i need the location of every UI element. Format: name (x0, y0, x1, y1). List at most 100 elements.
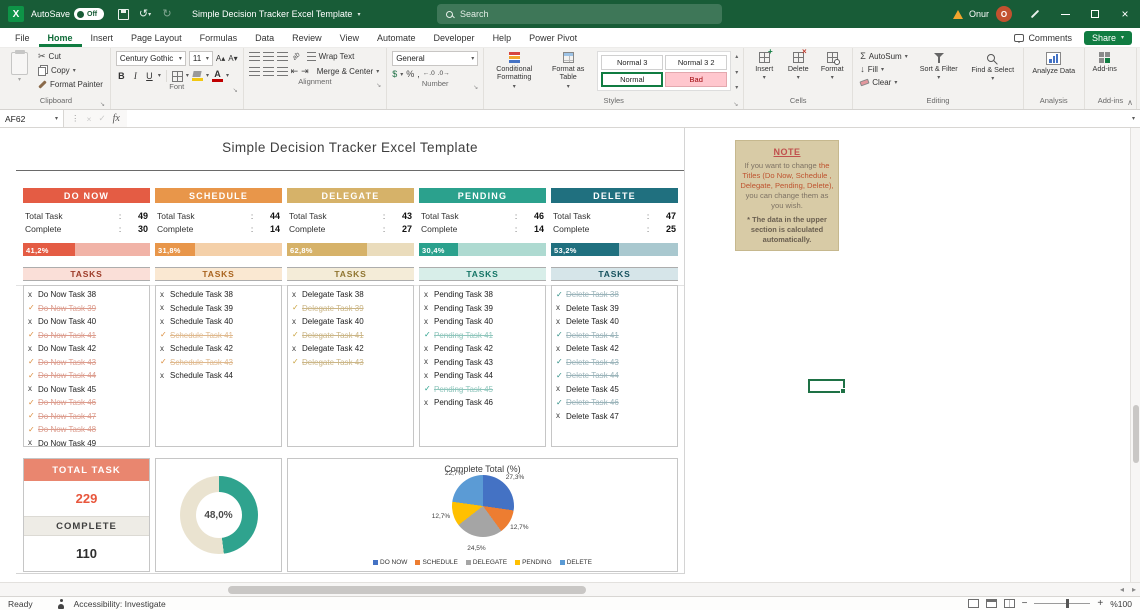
dialog-launcher-icon[interactable]: ↘ (376, 82, 381, 89)
dialog-launcher-icon[interactable]: ↘ (100, 101, 105, 108)
cell-style-bad[interactable]: Bad (665, 72, 727, 87)
active-cell-selection[interactable] (808, 379, 845, 393)
task-row[interactable]: xDo Now Task 38 (28, 288, 149, 302)
cancel-icon[interactable]: × (87, 114, 92, 124)
task-row[interactable]: ✓Do Now Task 48 (28, 423, 149, 437)
collapse-ribbon-button[interactable]: ∧ (1127, 98, 1133, 107)
task-row[interactable]: ✓Schedule Task 43 (160, 356, 281, 370)
task-row[interactable]: ✓Pending Task 41 (424, 329, 545, 343)
accessibility-icon[interactable] (57, 599, 66, 609)
orientation-button[interactable]: ab (290, 50, 303, 63)
tab-view[interactable]: View (331, 28, 368, 47)
task-row[interactable]: xDelegate Task 40 (292, 315, 413, 329)
addins-button[interactable]: Add-ins (1090, 51, 1120, 73)
accessibility-status[interactable]: Accessibility: Investigate (74, 599, 166, 609)
italic-button[interactable]: I (130, 71, 141, 81)
copy-button[interactable]: Copy▾ (36, 64, 105, 77)
zoom-slider-thumb[interactable] (1066, 599, 1069, 608)
avatar[interactable]: O (996, 6, 1012, 22)
task-row[interactable]: xDelegate Task 42 (292, 342, 413, 356)
task-row[interactable]: ✓Delegate Task 41 (292, 329, 413, 343)
task-row[interactable]: xSchedule Task 42 (160, 342, 281, 356)
tab-developer[interactable]: Developer (425, 28, 484, 47)
tab-page-layout[interactable]: Page Layout (122, 28, 191, 47)
fill-button[interactable]: ↓Fill▾ (858, 64, 910, 75)
alert-icon[interactable] (953, 10, 963, 19)
normal-view-button[interactable] (968, 599, 979, 608)
horizontal-scrollbar-thumb[interactable] (228, 586, 586, 594)
bottom-align-button[interactable] (277, 52, 288, 61)
page-break-view-button[interactable] (1004, 599, 1015, 608)
wrap-text-button[interactable]: Wrap Text (305, 51, 357, 62)
enter-icon[interactable]: ✓ (98, 113, 105, 124)
format-painter-button[interactable]: Format Painter (36, 79, 105, 90)
task-row[interactable]: xDo Now Task 45 (28, 383, 149, 397)
toggle-switch[interactable]: Off (74, 8, 104, 20)
task-row[interactable]: ✓Delete Task 44 (556, 369, 677, 383)
tab-data[interactable]: Data (246, 28, 283, 47)
task-row[interactable]: xDo Now Task 42 (28, 342, 149, 356)
gallery-up-button[interactable]: ▴ (735, 53, 738, 60)
align-left-button[interactable] (249, 67, 260, 76)
donut-chart-box[interactable]: 48,0% (155, 458, 282, 572)
formula-input[interactable] (127, 110, 1127, 127)
dialog-launcher-icon[interactable]: ↘ (733, 101, 738, 108)
scroll-right-icon[interactable]: ▸ (1132, 585, 1136, 594)
borders-button[interactable] (172, 71, 183, 82)
decrease-font-size-button[interactable]: A▾ (228, 54, 237, 63)
zoom-in-button[interactable]: + (1097, 599, 1103, 609)
tab-formulas[interactable]: Formulas (191, 28, 247, 47)
task-row[interactable]: ✓Delete Task 46 (556, 396, 677, 410)
comma-style-button[interactable]: , (417, 70, 420, 79)
close-button[interactable]: × (1110, 0, 1140, 28)
sheet-canvas[interactable]: Simple Decision Tracker Excel Template N… (0, 128, 1130, 582)
task-row[interactable]: ✓Do Now Task 47 (28, 410, 149, 424)
task-row[interactable]: xPending Task 40 (424, 315, 545, 329)
search-box[interactable] (437, 4, 722, 24)
conditional-formatting-button[interactable]: Conditional Formatting▾ (489, 51, 539, 90)
dialog-launcher-icon[interactable]: ↘ (473, 84, 478, 91)
task-row[interactable]: xSchedule Task 39 (160, 302, 281, 316)
task-row[interactable]: xPending Task 39 (424, 302, 545, 316)
format-cells-button[interactable]: Format▾ (817, 51, 847, 81)
task-row[interactable]: ✓Delete Task 43 (556, 356, 677, 370)
decrease-decimal-button[interactable]: .0→ (438, 71, 450, 78)
task-row[interactable]: ✓Do Now Task 46 (28, 396, 149, 410)
accounting-format-button[interactable]: $ (392, 70, 397, 79)
percent-style-button[interactable]: % (406, 70, 414, 79)
task-row[interactable]: xDo Now Task 40 (28, 315, 149, 329)
task-row[interactable]: ✓Schedule Task 41 (160, 329, 281, 343)
pie-chart-box[interactable]: Complete Total (%) 27,3%12,7%24,5%12,7%2… (287, 458, 678, 572)
font-color-button[interactable]: A (212, 70, 223, 82)
task-row[interactable]: xPending Task 42 (424, 342, 545, 356)
cell-style-normal[interactable]: Normal (601, 72, 663, 87)
autosum-button[interactable]: ΣAutoSum▾ (858, 51, 910, 62)
tab-review[interactable]: Review (283, 28, 331, 47)
bold-button[interactable]: B (116, 71, 127, 81)
vertical-scrollbar-thumb[interactable] (1133, 405, 1139, 463)
cell-style-normal-3-2[interactable]: Normal 3 2 (665, 55, 727, 70)
task-row[interactable]: xSchedule Task 44 (160, 369, 281, 383)
font-family-select[interactable]: Century Gothic▾ (116, 51, 186, 66)
sort-filter-button[interactable]: Sort & Filter▾ (914, 51, 964, 81)
task-row[interactable]: xDo Now Task 49 (28, 437, 149, 448)
zoom-slider[interactable] (1034, 603, 1090, 604)
task-row[interactable]: xSchedule Task 40 (160, 315, 281, 329)
task-row[interactable]: ✓Delegate Task 43 (292, 356, 413, 370)
decrease-indent-button[interactable]: ⇤ (291, 67, 299, 76)
task-row[interactable]: ✓Delete Task 38 (556, 288, 677, 302)
font-size-select[interactable]: 11▾ (189, 51, 213, 66)
task-row[interactable]: xPending Task 44 (424, 369, 545, 383)
dialog-launcher-icon[interactable]: ↘ (233, 87, 238, 94)
tab-file[interactable]: File (6, 28, 39, 47)
save-button[interactable] (112, 3, 134, 25)
task-row[interactable]: ✓Pending Task 45 (424, 383, 545, 397)
redo-button[interactable]: ↻ (156, 3, 178, 25)
task-row[interactable]: ✓Do Now Task 44 (28, 369, 149, 383)
align-right-button[interactable] (277, 67, 288, 76)
delete-cells-button[interactable]: Delete▾ (783, 51, 813, 81)
format-as-table-button[interactable]: Format as Table▾ (543, 51, 593, 90)
task-row[interactable]: xDelete Task 45 (556, 383, 677, 397)
task-row[interactable]: xPending Task 46 (424, 396, 545, 410)
insert-cells-button[interactable]: Insert▾ (749, 51, 779, 81)
